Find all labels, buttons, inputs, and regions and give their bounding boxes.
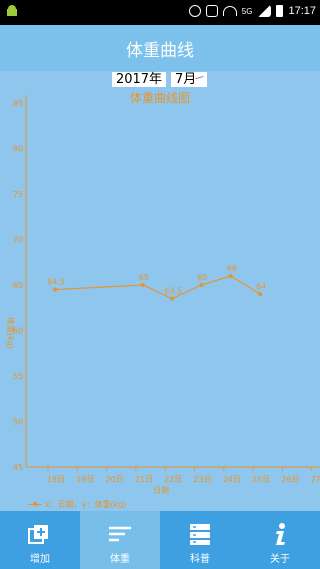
data-label: 65 [139,273,149,282]
series-line [54,275,261,300]
x-tick-label: 24日 [223,475,241,484]
y-tick-label: 75 [13,190,23,199]
y-tick-label: 85 [13,99,23,108]
data-label: 64 [256,282,266,291]
legend-line-icon [28,502,42,506]
page-title: 体重曲线 [126,40,194,61]
y-axis-label: 体重(kg) [6,317,16,349]
status-time: 17:17 [288,5,316,17]
phone-icon [205,5,218,17]
x-axis-label: 日期 [153,486,169,495]
data-label: 64.5 [47,278,65,287]
app-header: 体重曲线 [0,25,320,71]
chart-legend: x：日期，y：体重(kg) [28,499,126,510]
month-value: 7月 [175,72,197,87]
x-tick-label: 20日 [106,475,124,484]
status-bar: 5G 17:17 [0,0,320,25]
tab-weight[interactable]: 体重 [80,511,160,569]
y-tick-label: 45 [13,463,23,472]
data-label: 66 [227,264,237,273]
data-point [258,292,263,297]
x-tick-label: 19日 [76,475,94,484]
x-tick-label: 22日 [164,475,182,484]
y-tick-label: 80 [13,145,23,154]
weight-chart-icon [108,522,132,546]
data-label: 63.5 [164,287,182,296]
weight-line-chart: 455055606570758085 18日 19日 20日 21日 22日 23日 24日… [6,95,320,495]
tab-about-label: 关于 [270,554,290,565]
data-point [170,296,175,301]
y-tick-label: 70 [13,236,23,245]
x-tick-label: 23日 [193,475,211,484]
legend-text: x：日期，y：体重(kg) [45,500,127,509]
y-tick-label: 65 [13,281,23,290]
x-tick-label: 25日 [252,475,270,484]
year-selector[interactable]: 2017年 [112,72,166,87]
y-tick-label: 55 [13,372,23,381]
info-icon [268,522,292,546]
alarm-icon [188,5,201,17]
data-point [199,283,204,287]
edit-cursor-icon [195,76,205,83]
signal-icon [257,5,272,17]
x-tick-label: 18日 [47,475,65,484]
data-point [228,273,233,278]
list-icon [188,522,212,546]
data-label: 65 [197,273,207,282]
data-point [53,287,57,292]
tab-add-label: 增加 [30,554,50,565]
wifi-icon [222,6,237,16]
x-tick-label: 26日 [281,475,299,484]
tab-add[interactable]: 增加 [0,511,80,569]
bottom-tab-bar: 增加 体重 科普 关于 [0,511,320,569]
tab-science-label: 科普 [190,554,210,565]
x-tick-label: 21日 [135,475,153,484]
android-debug-icon [5,4,19,18]
month-selector[interactable]: 7月 [171,72,207,87]
tab-science[interactable]: 科普 [160,511,240,569]
y-tick-label: 50 [13,418,23,427]
battery-icon [276,5,284,17]
data-point [140,283,145,287]
network-type-label: 5G [241,6,253,16]
x-tick-label: 27日 [311,475,320,484]
date-selector: 2017年 7月 [0,71,320,89]
tab-weight-label: 体重 [110,554,130,565]
add-icon [28,522,52,546]
tab-about[interactable]: 关于 [240,511,320,569]
